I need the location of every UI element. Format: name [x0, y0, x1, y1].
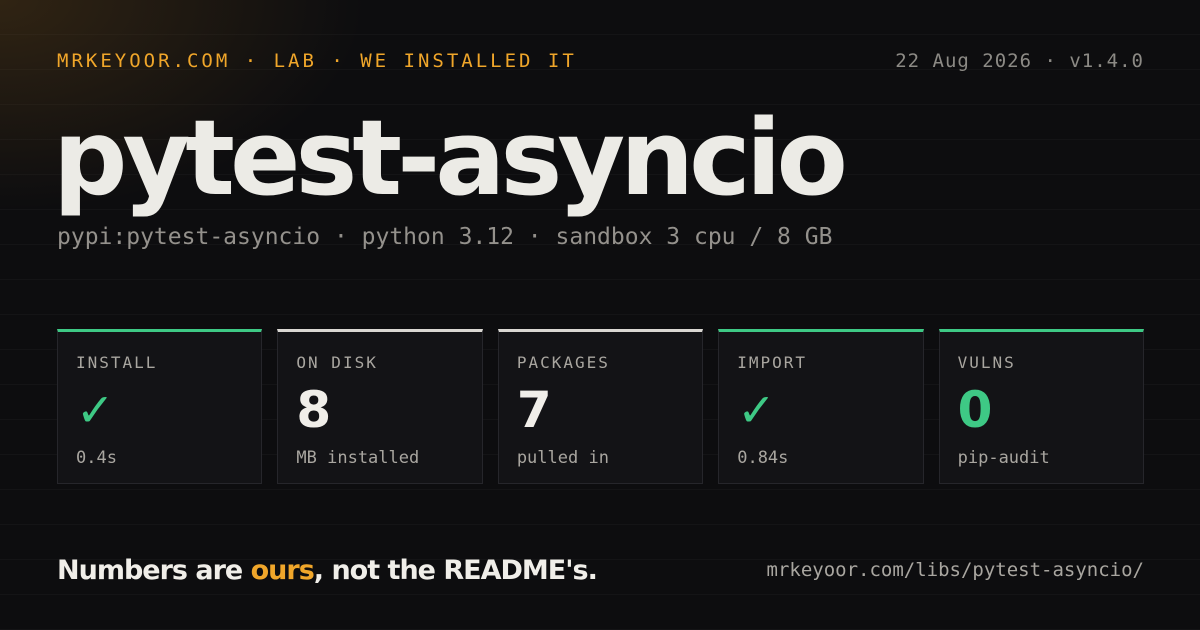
package-details: pypi:pytest-asyncio · python 3.12 · sand…	[57, 224, 833, 250]
stat-label: IMPORT	[737, 353, 808, 372]
footer: Numbers are ours, not the README's. mrke…	[57, 552, 1144, 588]
stats-row: INSTALL ✓ 0.4s ON DISK 8 MB installed PA…	[57, 329, 1145, 484]
stat-card-packages: PACKAGES 7 pulled in	[497, 329, 704, 484]
stat-sub: MB installed	[296, 448, 420, 468]
page-url: mrkeyoor.com/libs/pytest-asyncio/	[766, 559, 1145, 581]
stat-card-import: IMPORT ✓ 0.84s	[718, 329, 924, 484]
stat-label: PACKAGES	[516, 353, 610, 372]
stat-value: 7	[516, 381, 552, 439]
stat-value: 8	[296, 381, 332, 439]
tagline-prefix: Numbers are	[57, 554, 251, 586]
tagline: Numbers are ours, not the README's.	[57, 554, 598, 586]
card-canvas: MRKEYOOR.COM · LAB · WE INSTALLED IT 22 …	[53, 0, 1145, 630]
check-icon: ✓	[737, 383, 776, 437]
stat-card-install: INSTALL ✓ 0.4s	[57, 329, 263, 484]
tagline-suffix: , not the README's.	[313, 554, 598, 586]
stat-sub: 0.84s	[737, 448, 789, 468]
stat-label: VULNS	[957, 353, 1016, 372]
stat-sub: pulled in	[516, 448, 609, 468]
stat-value: 0	[957, 381, 993, 439]
tagline-accent: ours	[250, 554, 315, 586]
kicker-text: MRKEYOOR.COM · LAB · WE INSTALLED IT	[57, 50, 577, 72]
date-version: 22 Aug 2026 · v1.4.0	[895, 50, 1144, 72]
stat-card-vulns: VULNS 0 pip-audit	[938, 329, 1145, 484]
package-title: pytest-asyncio	[53, 97, 848, 219]
stat-sub: 0.4s	[76, 448, 117, 468]
check-icon: ✓	[76, 383, 115, 437]
top-bar: MRKEYOOR.COM · LAB · WE INSTALLED IT 22 …	[57, 48, 1144, 74]
stat-label: INSTALL	[76, 353, 158, 372]
stat-sub: pip-audit	[957, 448, 1050, 468]
stat-card-on-disk: ON DISK 8 MB installed	[277, 329, 483, 484]
stat-label: ON DISK	[296, 353, 378, 372]
